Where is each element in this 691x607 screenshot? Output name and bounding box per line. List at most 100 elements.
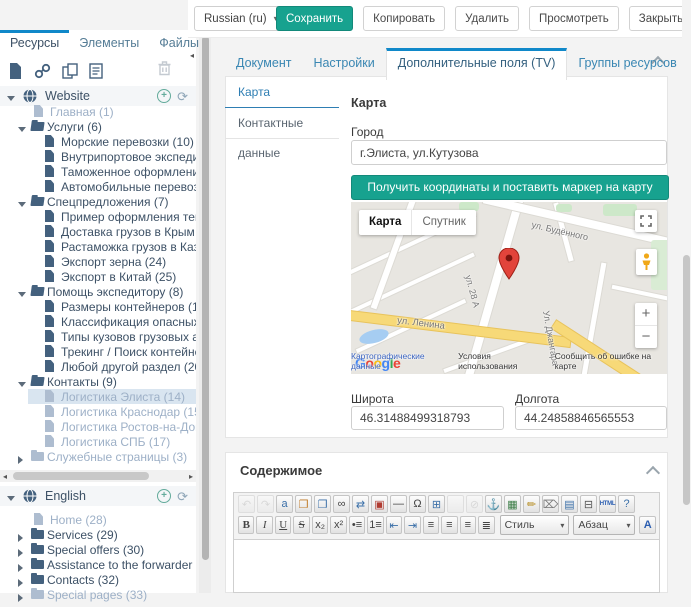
align-left-button[interactable]: ≡ [423, 516, 439, 534]
undo-icon[interactable]: ↶ [238, 495, 255, 513]
caret-down-icon[interactable] [7, 96, 15, 101]
paste-icon[interactable]: ❐ [295, 495, 312, 513]
sidebar-tab[interactable]: Ресурсы [0, 30, 69, 56]
html-source-icon[interactable]: HTML [599, 495, 616, 513]
italic-button[interactable]: I [256, 516, 272, 534]
tree-item[interactable]: Типы кузовов грузовых автомоб [0, 329, 196, 344]
caret-right-icon[interactable] [18, 534, 23, 542]
toolbar-button[interactable]: Копировать [363, 6, 445, 31]
redo-icon[interactable]: ↷ [257, 495, 274, 513]
special-char-icon[interactable]: Ω [409, 495, 426, 513]
add-resource-icon[interactable]: + [157, 489, 171, 503]
insert-table-icon[interactable]: ⊞ [428, 495, 445, 513]
splitter-handle[interactable] [202, 36, 209, 560]
caret-right-icon[interactable] [18, 579, 23, 587]
latitude-input[interactable] [351, 406, 504, 430]
caret-right-icon[interactable] [18, 564, 23, 572]
caret-right-icon[interactable] [18, 549, 23, 557]
tree-root-website[interactable]: Website + ⟳ [0, 86, 196, 106]
paste-word-icon[interactable]: ❐ [314, 495, 331, 513]
tree-item[interactable]: Спецпредложения (7) [0, 194, 196, 209]
tree-horizontal-scrollbar[interactable]: ◂ ▸ [0, 470, 196, 482]
find-icon[interactable]: ∞ [333, 495, 350, 513]
map-type-map-button[interactable]: Карта [359, 210, 411, 235]
tv-category-tab[interactable]: Контактные данные [225, 108, 339, 139]
scrollbar-thumb[interactable] [13, 472, 149, 480]
toolbar-button[interactable]: Удалить [455, 6, 519, 31]
tree-item[interactable]: Контакты (9) [0, 374, 196, 389]
tree-item[interactable]: Услуги (6) [0, 119, 196, 134]
attribution-link[interactable]: Картографические данные [351, 351, 447, 371]
fullscreen-icon[interactable] [635, 210, 657, 232]
page-scrollbar-thumb[interactable] [683, 255, 690, 505]
align-justify-button[interactable]: ≣ [478, 516, 494, 534]
google-map[interactable]: ул. Будённого ул. 28 А ул. Ленина Ул. Дж… [351, 202, 667, 374]
caret-down-icon[interactable] [18, 382, 26, 387]
sidebar-tab[interactable]: Элементы [69, 30, 149, 56]
tree-item[interactable]: Логистика Элиста (14) [0, 389, 196, 404]
tv-category-tab[interactable]: Карта [225, 77, 339, 108]
tree-item[interactable]: Растаможка грузов в Казахстан [0, 239, 196, 254]
tree-item[interactable]: Доставка грузов в Крым (22) [0, 224, 196, 239]
unlink-icon[interactable]: ⊘ [466, 495, 483, 513]
tree-item[interactable]: Автомобильные перевозки (13) [0, 179, 196, 194]
static-resource-icon[interactable] [89, 63, 103, 79]
visual-blocks-icon[interactable]: ▤ [561, 495, 578, 513]
trash-icon[interactable] [158, 61, 182, 81]
tree-item[interactable]: Assistance to the forwarder (31) [0, 557, 196, 572]
attribution-link[interactable]: Сообщить об ошибке на карте [555, 351, 664, 371]
tree-item[interactable]: Логистика Ростов-на-Дону (16) [0, 419, 196, 434]
collapse-panel-icon[interactable]: ◂ [190, 51, 194, 60]
indent-button[interactable]: ⇥ [404, 516, 420, 534]
document-tab[interactable]: Настройки [302, 48, 385, 76]
document-tab[interactable]: Дополнительные поля (TV) [386, 48, 568, 80]
blank-button[interactable] [447, 495, 464, 513]
new-document-icon[interactable] [8, 63, 23, 79]
refresh-icon[interactable]: ⟳ [177, 90, 188, 103]
rich-text-editor[interactable]: ↶↷a❐❐∞⇄▣—Ω⊞⊘⚓▦✏⌦▤⊟HTML? BIUSx₂x²•≡1≡⇤⇥≡≡… [233, 492, 660, 593]
caret-down-icon[interactable] [18, 292, 26, 297]
strikethrough-button[interactable]: S [293, 516, 309, 534]
tree-item[interactable]: Служебные страницы (3) [0, 449, 196, 464]
visual-aid-icon[interactable]: A [639, 516, 655, 534]
longitude-input[interactable] [515, 406, 667, 430]
scroll-right-icon[interactable]: ▸ [186, 472, 196, 481]
caret-down-icon[interactable] [7, 496, 15, 501]
tree-item[interactable]: Экспорт зерна (24) [0, 254, 196, 269]
bullet-list-button[interactable]: •≡ [349, 516, 365, 534]
help-icon[interactable]: ? [618, 495, 635, 513]
caret-right-icon[interactable] [18, 456, 23, 464]
map-type-satellite-button[interactable]: Спутник [411, 210, 475, 235]
tree-item[interactable]: Special pages (33) [0, 587, 196, 602]
align-center-button[interactable]: ≡ [441, 516, 457, 534]
refresh-icon[interactable]: ⟳ [177, 490, 188, 503]
tree-item[interactable]: Внутрипортовое экспедировани [0, 149, 196, 164]
zoom-in-button[interactable]: + [635, 303, 657, 326]
document-tab[interactable]: Документ [225, 48, 302, 76]
pegman-icon[interactable] [636, 249, 657, 275]
tree-item[interactable]: Логистика СПБ (17) [0, 434, 196, 449]
tree-item[interactable]: Contacts (32) [0, 572, 196, 587]
image-icon[interactable]: ▣ [371, 495, 388, 513]
tree-item[interactable]: Классификация опасных грузов [0, 314, 196, 329]
caret-right-icon[interactable] [18, 594, 23, 602]
media-icon[interactable]: ▦ [504, 495, 521, 513]
document-tab[interactable]: Группы ресурсов [567, 48, 687, 76]
find-replace-icon[interactable]: ⇄ [352, 495, 369, 513]
tree-item[interactable]: Экспорт в Китай (25) [0, 269, 196, 284]
weblink-icon[interactable] [34, 63, 51, 79]
add-resource-icon[interactable]: + [157, 89, 171, 103]
superscript-button[interactable]: x² [330, 516, 346, 534]
zoom-out-button[interactable]: − [635, 326, 657, 348]
get-coordinates-button[interactable]: Получить координаты и поставить маркер н… [351, 175, 669, 200]
subscript-button[interactable]: x₂ [312, 516, 328, 534]
save-button[interactable]: Сохранить [276, 6, 353, 31]
caret-down-icon[interactable] [18, 202, 26, 207]
print-icon[interactable]: ⊟ [580, 495, 597, 513]
tree-item[interactable]: Пример оформления текстовой [0, 209, 196, 224]
anchor-icon[interactable]: ⚓ [485, 495, 502, 513]
tree-item[interactable]: Помощь экспедитору (8) [0, 284, 196, 299]
style-select[interactable]: Стиль▾ [500, 515, 570, 535]
hr-icon[interactable]: — [390, 495, 407, 513]
editor-content-area[interactable] [234, 539, 659, 592]
